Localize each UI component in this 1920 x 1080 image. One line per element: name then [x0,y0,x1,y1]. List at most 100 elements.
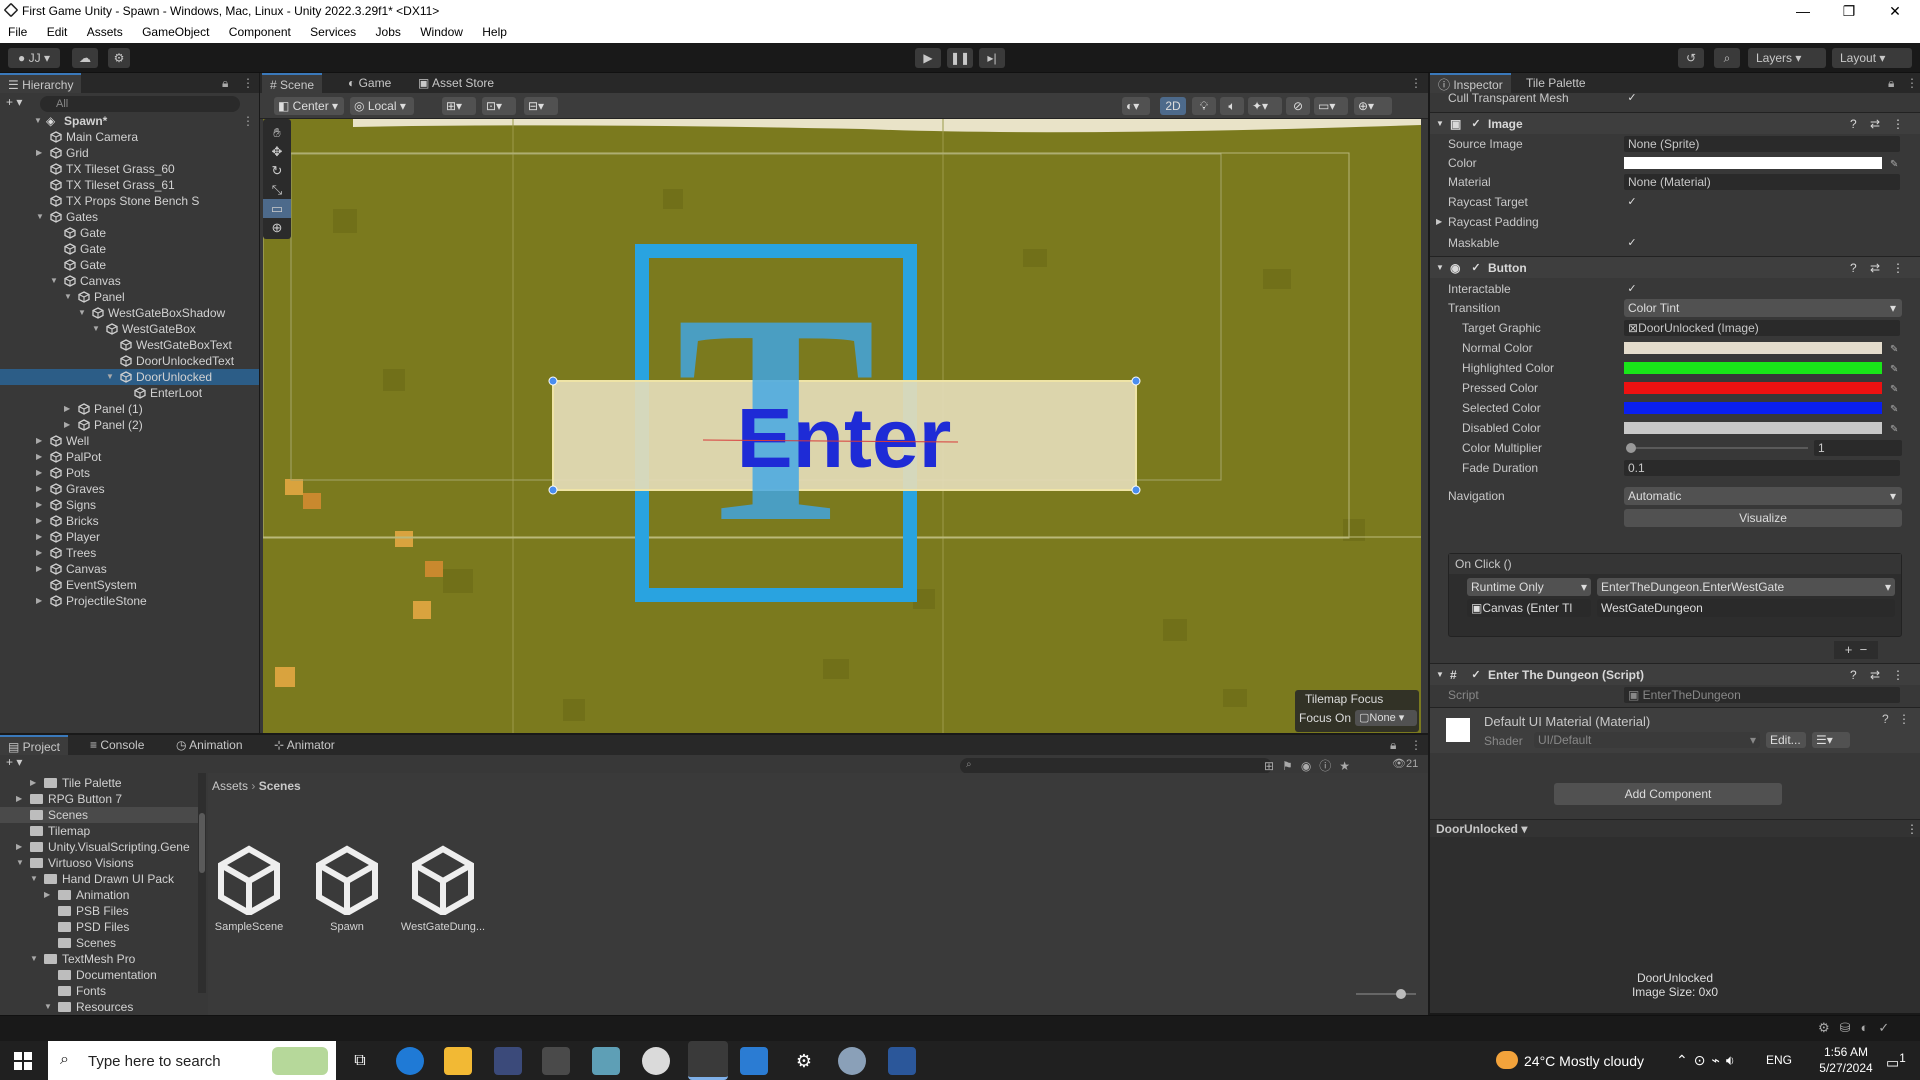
app-icon[interactable] [592,1047,620,1075]
multiplier-slider-track[interactable] [1626,447,1808,449]
misc-app-icon[interactable] [838,1047,866,1075]
preview-object-dropdown[interactable]: DoorUnlocked ▾ [1436,820,1527,838]
collapse-arrow-icon[interactable]: ▶ [36,465,46,481]
windows-start-icon[interactable] [14,1052,32,1070]
project-filter-icons[interactable]: ⊞⚑◉ⓘ★ [1264,757,1358,774]
tab-animation[interactable]: ◷ Animation [168,735,251,755]
menu-gameobject[interactable]: GameObject [134,22,217,39]
folder-tree-item[interactable]: ▼ Virtuoso Visions [0,855,198,871]
material-kebab-icon[interactable]: ⋮ [1898,712,1910,726]
play-button[interactable]: ▶ [915,48,941,68]
hierarchy-item[interactable]: ▶ ProjectileStone [0,593,259,609]
layout-dropdown[interactable]: Layout ▾ [1832,48,1912,68]
maskable-checkbox[interactable]: ✓ [1626,237,1638,249]
function-dropdown[interactable]: EnterTheDungeon.EnterWestGate ▾ [1597,578,1895,596]
folder-tree-item[interactable]: PSB Files [0,903,198,919]
draw-mode-icon[interactable]: ◐▾ [1122,97,1150,115]
maximize-button[interactable]: ❐ [1826,0,1872,22]
component-kebab-icon[interactable]: ⋮ [1892,257,1904,279]
expand-arrow-icon[interactable]: ▼ [36,209,46,225]
color-swatch[interactable] [1624,157,1882,169]
raycast-checkbox[interactable]: ✓ [1626,196,1638,208]
collab-icon[interactable]: ⚙ [108,48,130,68]
rotate-tool-icon[interactable]: ↻ [263,161,291,180]
folder-tree-item[interactable]: ▶ Tile Palette [0,775,198,791]
grid-visibility-icon[interactable]: ⊡▾ [482,97,516,115]
material-field[interactable]: None (Material) [1624,174,1900,190]
scale-tool-icon[interactable]: ⤡ [263,180,291,199]
tab-game[interactable]: ◐ Game [340,73,399,93]
add-component-button[interactable]: Add Component [1554,783,1782,805]
menu-jobs[interactable]: Jobs [368,22,409,39]
hierarchy-item[interactable]: ▶ Signs [0,497,259,513]
transform-tool-icon[interactable]: ⊕ [263,218,291,237]
collapse-arrow-icon[interactable]: ▶ [36,513,46,529]
shader-options-icon[interactable]: ☰▾ [1812,732,1850,748]
material-help-icon[interactable]: ? [1882,712,1889,726]
menu-edit[interactable]: Edit [39,22,76,39]
hierarchy-item[interactable]: ▶ Panel (1) [0,401,259,417]
layers-dropdown[interactable]: Layers ▾ [1748,48,1826,68]
clock-date[interactable]: 5/27/2024 [1806,1061,1886,1075]
hierarchy-item[interactable]: Main Camera [0,129,259,145]
scene-viewport[interactable]: T Enter ✋︎ ✥ ↻ ⤡ ▭ ⊕ Tilemap Focus Focus… [263,119,1421,733]
cloud-icon[interactable]: ☁ [72,48,98,68]
hierarchy-item[interactable]: ▶ Well [0,433,259,449]
scene-root-row[interactable]: ▼ ◈ Spawn* ⋮ [0,113,259,129]
component-kebab-icon[interactable]: ⋮ [1892,113,1904,135]
hierarchy-item[interactable]: TX Props Stone Bench S [0,193,259,209]
transition-dropdown[interactable]: Color Tint ▾ [1624,299,1902,317]
menu-services[interactable]: Services [302,22,364,39]
collapse-arrow-icon[interactable]: ▶ [36,481,46,497]
eyedropper-icon[interactable]: ✎ [1890,381,1900,395]
store-icon[interactable] [494,1047,522,1075]
collapse-arrow-icon[interactable]: ▶ [36,545,46,561]
file-explorer-icon[interactable] [444,1047,472,1075]
tab-console[interactable]: ≡ Console [82,735,152,755]
folder-tree-item[interactable]: ▶ Unity.VisualScripting.Gene [0,839,198,855]
hierarchy-item[interactable]: ▶ PalPot [0,449,259,465]
increment-snap-icon[interactable]: ⊟▾ [524,97,558,115]
project-search-input[interactable]: ⌕ [960,758,1272,774]
asset-west-gate-dungeon[interactable]: WestGateDung... [398,845,488,933]
visualize-button[interactable]: Visualize [1624,509,1902,527]
pause-button[interactable]: ❚❚ [947,48,973,68]
expand-arrow-icon[interactable]: ▼ [64,289,74,305]
minimize-button[interactable]: — [1780,0,1826,22]
hierarchy-item[interactable]: WestGateBoxText [0,337,259,353]
target-graphic-field[interactable]: ⊠DoorUnlocked (Image) [1624,320,1900,336]
project-kebab-icon[interactable]: ⋮ [1410,738,1422,752]
folder-tree-item[interactable]: Tilemap [0,823,198,839]
edge-icon[interactable] [396,1047,424,1075]
tab-scene[interactable]: # Scene [262,73,323,93]
folder-tree-item[interactable]: ▼ Resources [0,999,198,1015]
eyedropper-icon[interactable]: ✎ [1890,156,1900,170]
gizmos-icon[interactable]: ⊕▾ [1354,97,1392,115]
script-component-header[interactable]: ▼ # ✓ Enter The Dungeon (Script) ? ⇄ ⋮ [1430,663,1920,685]
hierarchy-item[interactable]: EnterLoot [0,385,259,401]
space-dropdown[interactable]: ◎ Local ▾ [350,97,414,115]
color-state-swatch[interactable] [1624,422,1882,434]
folder-tree-item[interactable]: ▼ Hand Drawn UI Pack [0,871,198,887]
hierarchy-item[interactable]: ▶ Graves [0,481,259,497]
presets-icon[interactable]: ⇄ [1870,664,1880,686]
folder-tree-item[interactable]: Documentation [0,967,198,983]
tray-icons[interactable]: ⌃⊙⌁🔉︎ [1676,1052,1741,1069]
hierarchy-search-input[interactable]: All [40,96,240,112]
hierarchy-item[interactable]: TX Tileset Grass_61 [0,177,259,193]
collapse-arrow-icon[interactable]: ▶ [36,497,46,513]
hierarchy-item[interactable]: ▼ DoorUnlocked [0,369,259,385]
color-state-swatch[interactable] [1624,382,1882,394]
audio-icon[interactable]: 🔈︎ [1220,97,1244,115]
hierarchy-item[interactable]: ▶ Canvas [0,561,259,577]
script-enabled-checkbox[interactable]: ✓ [1470,669,1482,681]
help-icon[interactable]: ? [1850,257,1857,279]
shader-dropdown[interactable]: UI/Default ▾ [1534,732,1760,748]
eyedropper-icon[interactable]: ✎ [1890,361,1900,375]
image-component-header[interactable]: ▼ ▣ ✓ Image ? ⇄ ⋮ [1430,112,1920,134]
eyedropper-icon[interactable]: ✎ [1890,421,1900,435]
hierarchy-item[interactable]: ▼ WestGateBox [0,321,259,337]
menu-file[interactable]: File [0,22,35,39]
search-icon[interactable]: ⌕ [1714,48,1740,68]
runtime-dropdown[interactable]: Runtime Only ▾ [1467,578,1591,596]
